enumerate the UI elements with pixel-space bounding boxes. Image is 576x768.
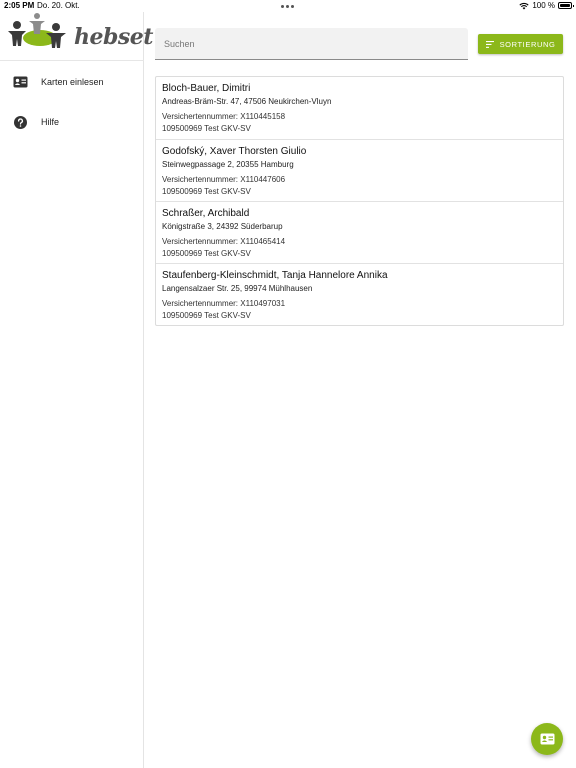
list-item[interactable]: Staufenberg-Kleinschmidt, Tanja Hannelor… [156,263,563,325]
insurer: 109500969 Test GKV-SV [162,311,251,320]
insurer: 109500969 Test GKV-SV [162,249,251,258]
insurance-number: Versichertennummer: X110497031 [162,299,286,308]
sidebar-divider [0,60,144,61]
sidebar-item-label: Hilfe [41,117,60,127]
list-item[interactable]: Godofský, Xaver Thorsten Giulio Steinweg… [156,139,563,201]
sort-button-label: SORTIERUNG [499,39,556,49]
sidebar-item-hilfe[interactable]: Hilfe [0,104,144,140]
status-bar: 2:05 PM Do. 20. Okt. 100 % [0,0,576,12]
patient-name: Schraßer, Archibald [162,208,250,219]
insurer: 109500969 Test GKV-SV [162,187,251,196]
card-reader-icon [540,733,554,745]
list-item[interactable]: Schraßer, Archibald Königstraße 3, 24392… [156,201,563,263]
logo-text: hebset [74,24,153,50]
patient-address: Andreas-Bräm-Str. 47, 47506 Neukirchen-V… [162,97,332,106]
status-date: Do. 20. Okt. [37,1,80,10]
patient-address: Steinwegpassage 2, 20355 Hamburg [162,160,294,169]
help-icon [13,115,28,130]
patient-name: Bloch-Bauer, Dimitri [162,83,251,94]
sidebar-item-label: Karten einlesen [41,77,104,87]
hebset-logo[interactable]: hebset [6,12,153,60]
list-item[interactable]: Bloch-Bauer, Dimitri Andreas-Bräm-Str. 4… [156,77,563,139]
search-input[interactable] [155,28,468,59]
insurance-number: Versichertennummer: X110447606 [162,175,286,184]
sort-button[interactable]: SORTIERUNG [478,34,563,54]
battery-icon [558,2,574,9]
read-card-fab[interactable] [531,723,563,755]
logo-figures-icon [8,13,66,48]
insurer: 109500969 Test GKV-SV [162,124,251,133]
insurance-number: Versichertennummer: X110465414 [162,237,286,246]
patient-name: Godofský, Xaver Thorsten Giulio [162,146,307,157]
card-reader-icon [13,75,28,90]
wifi-icon [519,2,529,9]
search-field[interactable] [155,28,468,60]
battery-percentage: 100 % [532,1,555,10]
patient-address: Königstraße 3, 24392 Süderbarup [162,222,283,231]
patient-list: Bloch-Bauer, Dimitri Andreas-Bräm-Str. 4… [155,76,564,326]
insurance-number: Versichertennummer: X110445158 [162,112,286,121]
sidebar-item-karten-einlesen[interactable]: Karten einlesen [0,64,144,100]
sort-icon [485,40,494,48]
status-time: 2:05 PM [4,1,35,10]
patient-name: Staufenberg-Kleinschmidt, Tanja Hannelor… [162,270,388,281]
sidebar: hebset Karten einlesen Hilfe [0,12,153,768]
patient-address: Langensalzaer Str. 25, 99974 Mühlhausen [162,284,313,293]
multitasking-dots-icon[interactable] [281,5,294,8]
